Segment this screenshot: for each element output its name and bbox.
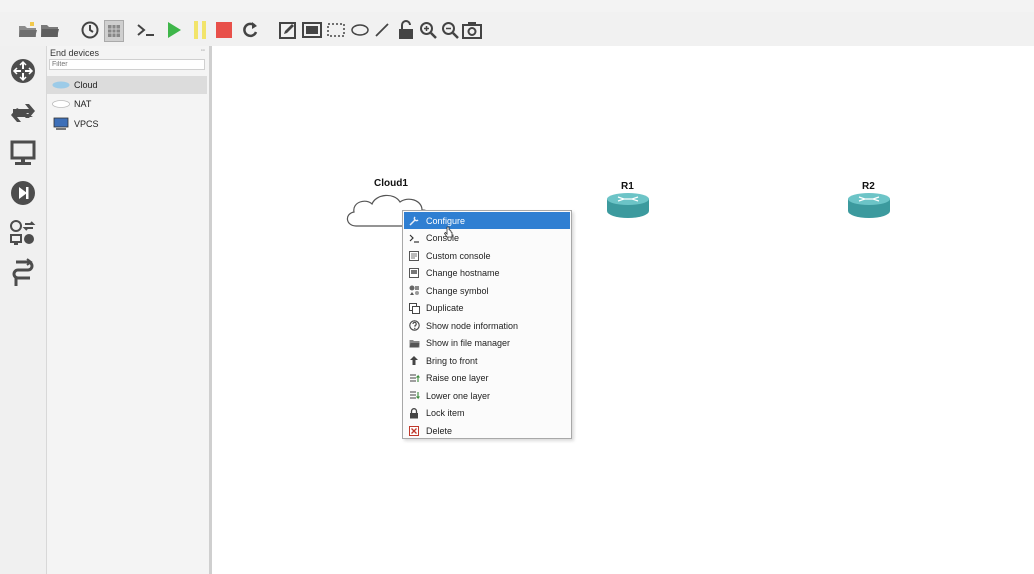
menu-bar — [0, 0, 1034, 12]
all-devices-icon[interactable] — [8, 218, 38, 248]
end-devices-panel: End devices ▫▫ Cloud NAT VPCS — [47, 46, 212, 574]
raise-layer-icon — [408, 372, 420, 384]
folder-open-icon — [408, 337, 420, 349]
topology-canvas[interactable] — [212, 46, 1034, 574]
menu-item-label: Custom console — [426, 250, 491, 261]
info-icon — [408, 320, 420, 332]
menu-item-label: Raise one layer — [426, 373, 489, 383]
suspend-icon[interactable] — [190, 20, 210, 40]
computer-icon — [51, 117, 71, 131]
menu-item-delete[interactable]: Delete — [404, 422, 570, 439]
device-item-vpcs[interactable]: VPCS — [47, 115, 207, 133]
menu-item-label: Change symbol — [426, 285, 489, 296]
ellipse-icon[interactable] — [350, 20, 370, 40]
routers-icon[interactable] — [8, 56, 38, 86]
menu-item-show-in-file-manager[interactable]: Show in file manager — [404, 335, 570, 352]
menu-item-lower-one-layer[interactable]: Lower one layer — [404, 387, 570, 404]
device-label: NAT — [74, 99, 92, 109]
bring-front-icon — [408, 355, 420, 367]
symbol-icon — [408, 285, 420, 297]
node-label-r2: R2 — [862, 181, 875, 192]
main-toolbar — [0, 12, 1034, 47]
end-devices-icon[interactable] — [8, 138, 38, 168]
menu-item-lock-item[interactable]: Lock item — [404, 405, 570, 422]
cloud-icon — [51, 81, 71, 89]
node-label-r1: R1 — [621, 181, 634, 192]
menu-item-label: Lock item — [426, 408, 465, 418]
menu-item-label: Change hostname — [426, 268, 500, 278]
start-icon[interactable] — [164, 20, 184, 40]
security-devices-icon[interactable] — [8, 178, 38, 208]
console-icon[interactable] — [136, 20, 156, 40]
clock-icon[interactable] — [80, 20, 100, 40]
router-r2-icon[interactable] — [847, 193, 891, 219]
menu-item-raise-one-layer[interactable]: Raise one layer — [404, 370, 570, 387]
lower-layer-icon — [408, 390, 420, 402]
menu-item-label: Delete — [426, 425, 453, 436]
custom-console-icon — [408, 250, 420, 262]
add-link-icon[interactable] — [8, 258, 38, 288]
node-context-menu: Configure Console Custom console Change … — [402, 210, 572, 439]
device-item-cloud[interactable]: Cloud — [47, 76, 207, 94]
rectangle-icon[interactable] — [326, 20, 346, 40]
wrench-icon — [408, 215, 420, 227]
duplicate-icon — [408, 302, 420, 314]
hostname-icon — [408, 267, 420, 279]
lock-icon[interactable] — [396, 20, 416, 40]
menu-item-custom-console[interactable]: Custom console — [404, 247, 570, 264]
snapshot-grid-icon[interactable] — [104, 20, 124, 42]
picture-icon[interactable] — [302, 20, 322, 40]
menu-item-console[interactable]: Console — [404, 230, 570, 247]
menu-item-label: Show node information — [426, 320, 519, 331]
panel-title: End devices — [50, 48, 100, 58]
console-prompt-icon — [408, 232, 420, 244]
panel-float-close-controls[interactable]: ▫▫ — [201, 48, 205, 54]
zoom-out-icon[interactable] — [440, 20, 460, 40]
note-icon[interactable] — [278, 20, 298, 40]
menu-item-label: Configure — [426, 215, 466, 226]
padlock-icon — [408, 407, 420, 419]
device-label: VPCS — [74, 119, 99, 129]
menu-item-label: Console — [426, 233, 460, 243]
menu-item-label: Duplicate — [426, 303, 464, 313]
open-project-icon[interactable] — [18, 20, 38, 40]
device-label: Cloud — [74, 80, 98, 90]
delete-icon — [408, 425, 420, 437]
reload-icon[interactable] — [240, 20, 260, 40]
mouse-cursor-icon — [444, 226, 453, 238]
menu-item-bring-to-front[interactable]: Bring to front — [404, 352, 570, 369]
zoom-in-icon[interactable] — [418, 20, 438, 40]
menu-item-label: Lower one layer — [426, 390, 491, 401]
menu-item-label: Bring to front — [426, 355, 478, 366]
menu-item-label: Show in file manager — [426, 338, 511, 348]
stop-icon[interactable] — [214, 20, 234, 40]
nat-icon — [51, 100, 71, 108]
menu-item-configure[interactable]: Configure — [404, 212, 570, 229]
line-icon[interactable] — [372, 20, 392, 40]
folder-icon[interactable] — [40, 20, 60, 40]
menu-item-duplicate[interactable]: Duplicate — [404, 300, 570, 317]
filter-input[interactable] — [49, 59, 205, 70]
switches-icon[interactable] — [8, 98, 38, 128]
router-r1-icon[interactable] — [606, 193, 650, 219]
device-type-dock — [0, 46, 47, 574]
menu-item-change-hostname[interactable]: Change hostname — [404, 265, 570, 282]
menu-item-show-node-information[interactable]: Show node information — [404, 317, 570, 334]
screenshot-icon[interactable] — [462, 20, 482, 40]
device-item-nat[interactable]: NAT — [47, 95, 207, 113]
menu-item-change-symbol[interactable]: Change symbol — [404, 282, 570, 299]
